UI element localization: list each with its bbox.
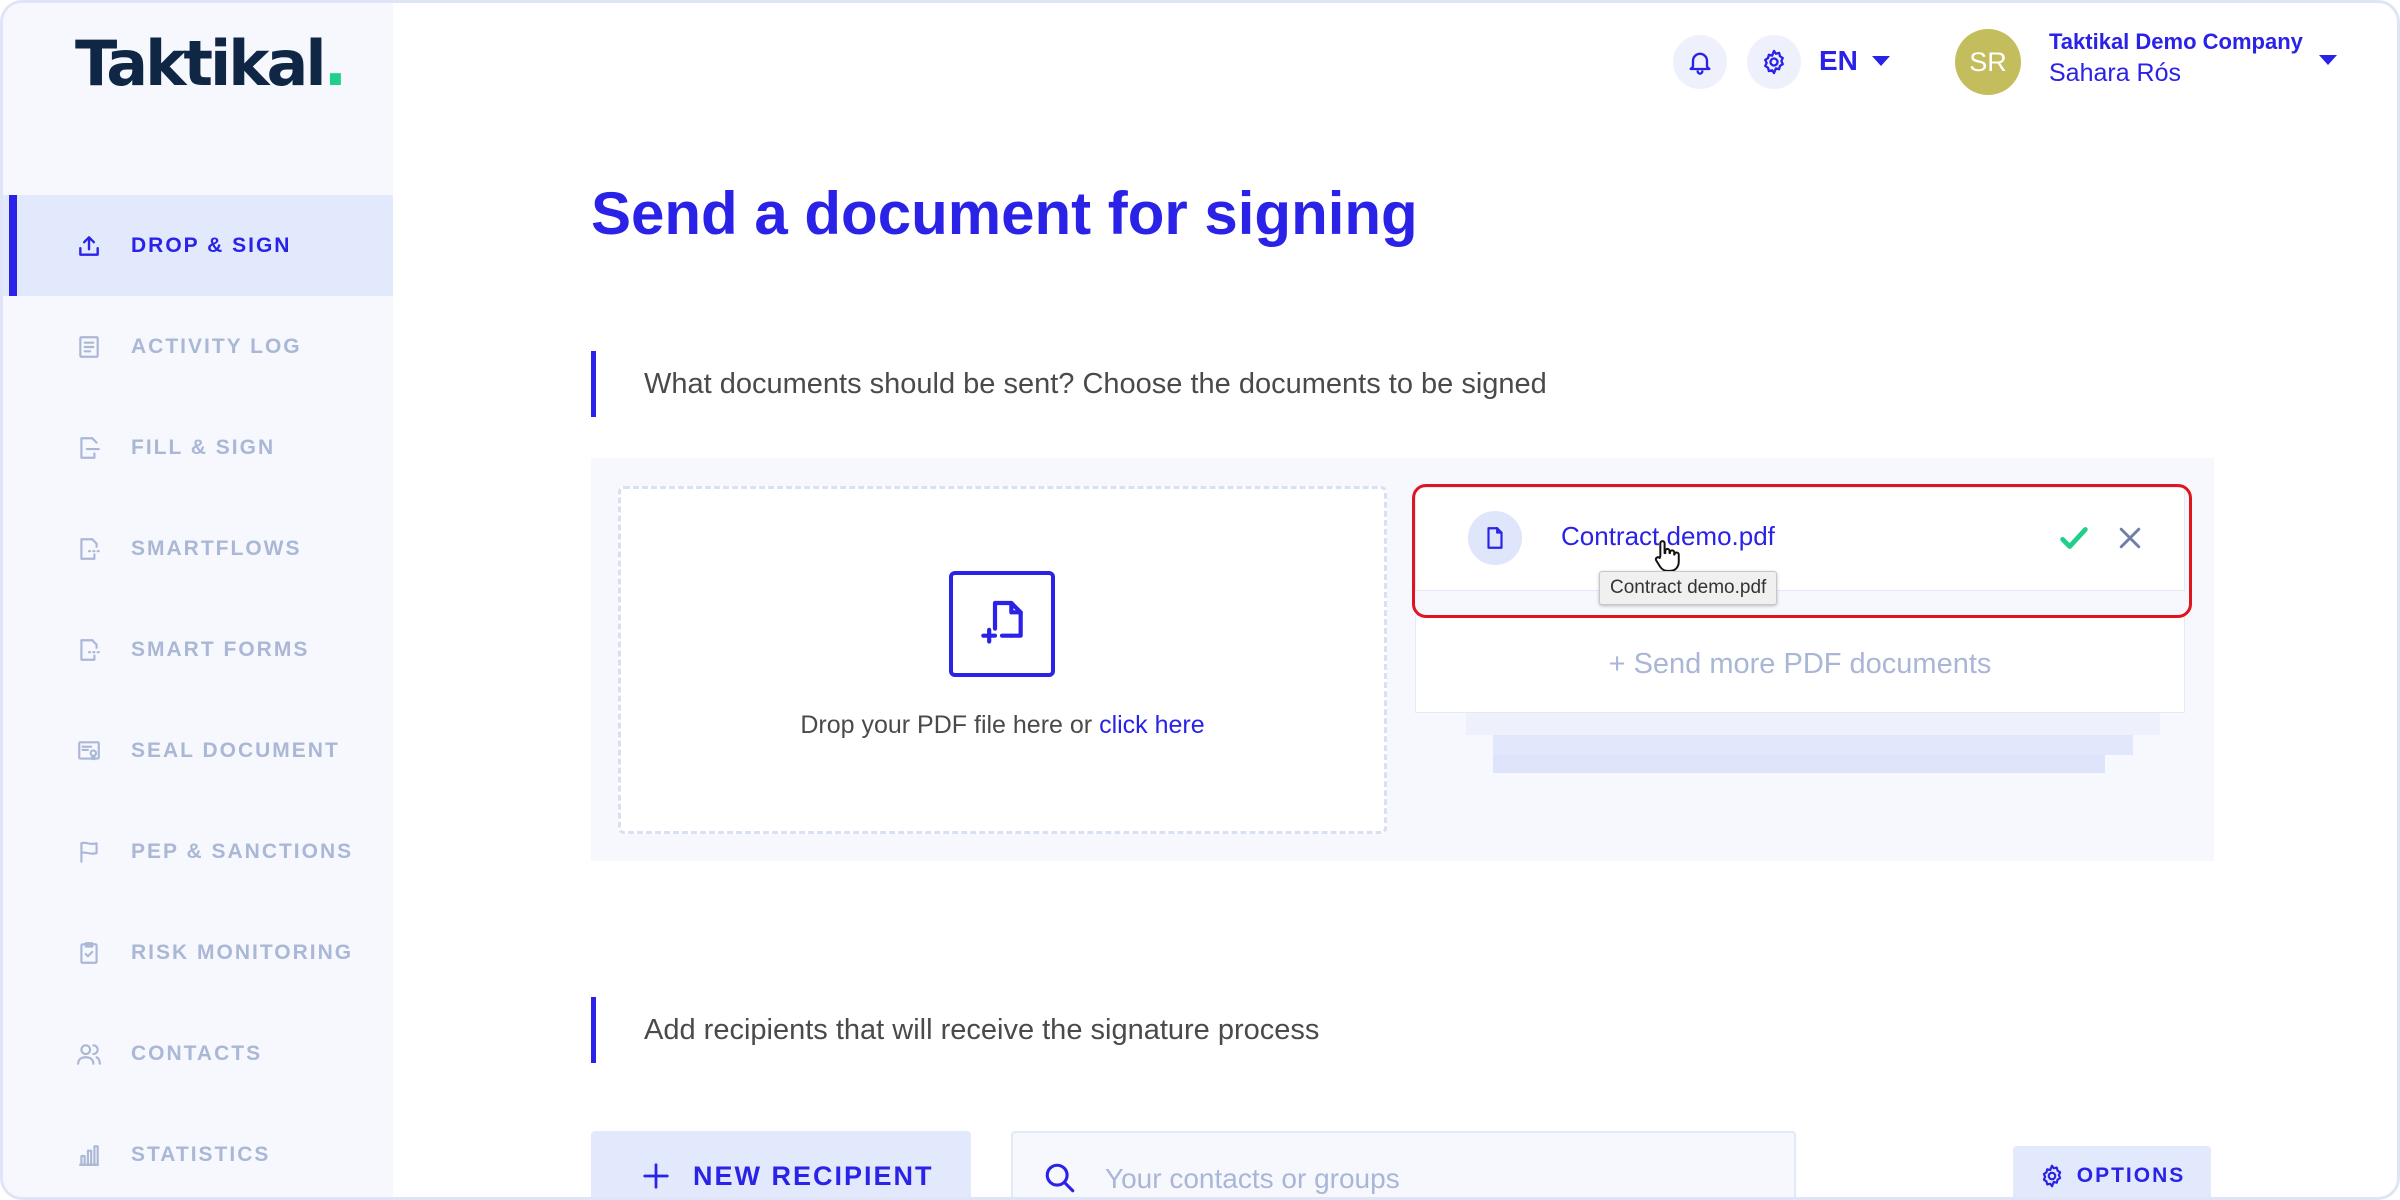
smartflow-icon <box>75 535 103 563</box>
search-icon <box>1045 1163 1075 1193</box>
sidebar-item-label: ACTIVITY LOG <box>131 334 302 358</box>
sidebar-item-label: CONTACTS <box>131 1041 263 1065</box>
options-label: OPTIONS <box>2076 1164 2186 1187</box>
seal-icon <box>75 737 103 765</box>
sidebar-nav: DROP & SIGN ACTIVITY LOG FILL & SIGN SMA… <box>3 195 393 1197</box>
list-icon <box>75 333 103 361</box>
sidebar-item-label: SEAL DOCUMENT <box>131 738 340 762</box>
file-name-tooltip: Contract demo.pdf <box>1599 571 1778 605</box>
user-menu-chevron-down-icon[interactable] <box>2319 55 2337 65</box>
language-label: EN <box>1819 45 1858 76</box>
upload-icon <box>75 232 103 260</box>
sidebar-item-drop-sign[interactable]: DROP & SIGN <box>3 195 393 296</box>
fill-document-icon <box>75 434 103 462</box>
company-name[interactable]: Taktikal Demo Company <box>2049 29 2303 55</box>
sidebar-item-smart-forms[interactable]: SMART FORMS <box>3 599 393 700</box>
gear-icon <box>1764 49 1784 75</box>
click-here-link[interactable]: click here <box>1099 711 1205 739</box>
options-button[interactable]: OPTIONS <box>2013 1146 2211 1197</box>
sidebar-item-label: PEP & SANCTIONS <box>131 839 354 863</box>
sidebar-item-contacts[interactable]: CONTACTS <box>3 1003 393 1104</box>
documents-section-heading: What documents should be sent? Choose th… <box>591 351 1547 417</box>
clipboard-check-icon <box>75 939 103 967</box>
card-stack-shadow <box>1493 733 2133 755</box>
logo[interactable]: Taktikal. <box>75 27 348 100</box>
avatar[interactable]: SR <box>1955 29 2021 95</box>
notifications-button[interactable] <box>1673 35 1727 89</box>
add-file-button[interactable] <box>949 571 1055 677</box>
sidebar-item-risk-monitoring[interactable]: RISK MONITORING <box>3 902 393 1003</box>
sidebar-item-smartflows[interactable]: SMARTFLOWS <box>3 498 393 599</box>
gear-icon <box>2042 1164 2061 1188</box>
close-icon[interactable] <box>2115 523 2145 553</box>
new-recipient-button[interactable]: NEW RECIPIENT <box>591 1131 971 1197</box>
dropzone-instruction: Drop your PDF file here or <box>800 711 1100 739</box>
sidebar-item-label: SMART FORMS <box>131 637 310 661</box>
settings-button[interactable] <box>1747 35 1801 89</box>
sidebar-item-label: RISK MONITORING <box>131 940 354 964</box>
page-title: Send a document for signing <box>591 180 1418 247</box>
contacts-search[interactable] <box>1011 1131 1796 1197</box>
sidebar-item-label: FILL & SIGN <box>131 435 276 459</box>
smart-form-icon <box>75 636 103 664</box>
hand-cursor-icon <box>1654 540 1680 572</box>
recipients-section-heading: Add recipients that will receive the sig… <box>591 997 1319 1063</box>
sidebar-item-label: SMARTFLOWS <box>131 536 302 560</box>
document-icon <box>1468 511 1522 565</box>
card-stack-shadow <box>1493 755 2105 773</box>
sidebar-item-seal-document[interactable]: SEAL DOCUMENT <box>3 700 393 801</box>
app-window: Taktikal. DROP & SIGN ACTIVITY LOG FILL … <box>0 0 2400 1200</box>
flag-icon <box>75 838 103 866</box>
plus-icon <box>643 1163 669 1189</box>
new-recipient-label: NEW RECIPIENT <box>693 1160 934 1191</box>
chevron-down-icon <box>1871 56 1890 66</box>
sidebar-item-fill-sign[interactable]: FILL & SIGN <box>3 397 393 498</box>
sidebar-item-label: STATISTICS <box>131 1142 271 1166</box>
sidebar-item-label: DROP & SIGN <box>131 233 292 257</box>
check-icon <box>2060 527 2088 549</box>
users-icon <box>75 1040 103 1068</box>
dropzone-text: Drop your PDF file here or click here <box>618 711 1387 740</box>
sidebar-item-activity-log[interactable]: ACTIVITY LOG <box>3 296 393 397</box>
sidebar-item-pep-sanctions[interactable]: PEP & SANCTIONS <box>3 801 393 902</box>
language-selector[interactable]: EN <box>1819 41 1890 81</box>
bell-icon <box>1689 52 1711 75</box>
search-input[interactable] <box>1105 1159 1765 1197</box>
bar-chart-icon <box>75 1141 103 1169</box>
send-more-documents-button[interactable]: + Send more PDF documents <box>1415 615 2185 713</box>
sidebar-item-statistics[interactable]: STATISTICS <box>3 1104 393 1197</box>
logo-dot: . <box>323 27 348 100</box>
user-name[interactable]: Sahara Rós <box>2049 59 2181 88</box>
add-file-icon <box>981 600 1023 644</box>
sidebar: Taktikal. DROP & SIGN ACTIVITY LOG FILL … <box>3 3 393 1197</box>
logo-text: Taktikal <box>75 27 327 100</box>
